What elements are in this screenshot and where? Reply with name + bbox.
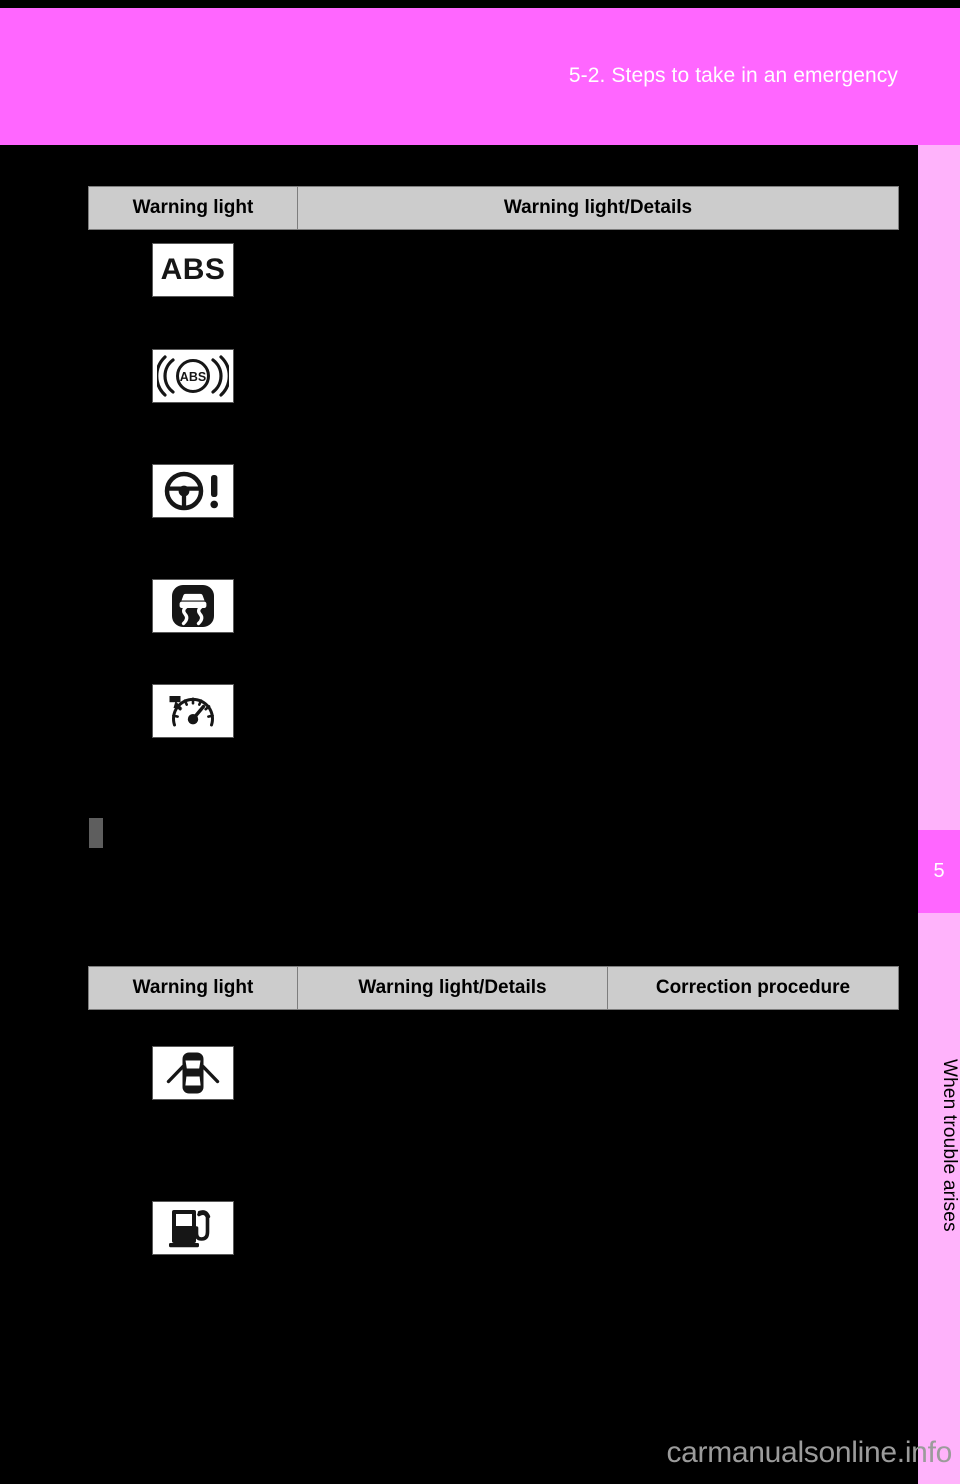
column-header-warning-light: Warning light	[88, 186, 298, 230]
warning-details-cell	[297, 1009, 608, 1340]
abs-warning-icon-text: ABS	[160, 253, 226, 286]
svg-text:ABS: ABS	[180, 370, 206, 384]
paragraph-marker	[89, 818, 103, 848]
watermark: carmanualsonline.info	[0, 1436, 960, 1470]
column-header-warning-light: Warning light	[88, 966, 298, 1010]
warning-light-table-2: Warning light Warning light/Details Corr…	[88, 966, 899, 1340]
abs-warning-icon: ABS	[152, 243, 234, 297]
chapter-label: When trouble arises	[939, 1058, 960, 1232]
warning-details-cell	[297, 229, 899, 970]
vehicle-skid-control-warning-icon	[152, 579, 234, 633]
page-title: 5-2. Steps to take in an emergency	[568, 64, 898, 87]
page-header-band: 5-2. Steps to take in an emergency	[0, 8, 960, 145]
abs-rings-warning-icon: ABS	[152, 349, 234, 403]
column-header-warning-light-details: Warning light/Details	[297, 966, 608, 1010]
column-header-correction-procedure: Correction procedure	[607, 966, 899, 1010]
watermark-tail: .info	[896, 1436, 953, 1469]
door-open-warning-icon	[152, 1046, 234, 1100]
table-header-row: Warning light Warning light/Details	[88, 186, 899, 230]
speed-limiter-warning-icon	[152, 684, 234, 738]
power-steering-warning-icon	[152, 464, 234, 518]
table-header-row: Warning light Warning light/Details Corr…	[88, 966, 899, 1010]
warning-light-table-1: Warning light Warning light/Details	[88, 186, 899, 970]
column-header-warning-light-details: Warning light/Details	[297, 186, 899, 230]
low-fuel-warning-icon	[152, 1201, 234, 1255]
chapter-number: 5	[933, 860, 945, 882]
chapter-side-rail: 5 When trouble arises	[918, 145, 960, 1484]
chapter-tab[interactable]: 5	[918, 830, 960, 913]
watermark-main: carmanualsonline	[666, 1436, 897, 1469]
correction-procedure-cell	[607, 1009, 899, 1340]
manual-page: 5-2. Steps to take in an emergency 5 Whe…	[0, 0, 960, 1484]
